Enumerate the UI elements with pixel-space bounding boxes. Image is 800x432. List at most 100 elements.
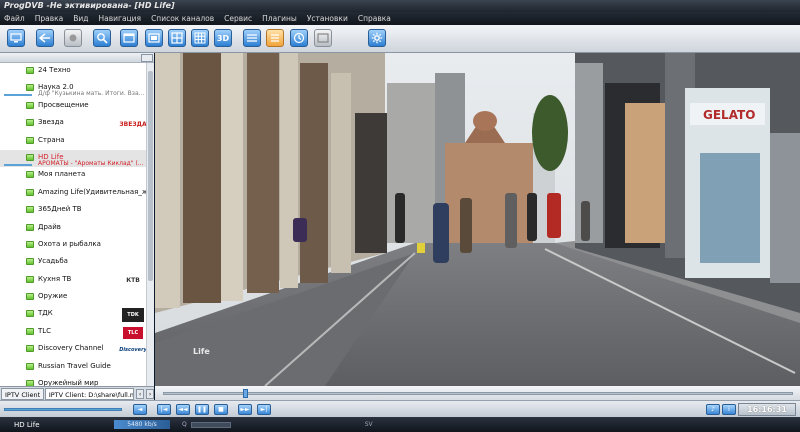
tab-iptv-client[interactable]: IPTV Client (1, 387, 44, 400)
channel-name: Страна (38, 135, 65, 144)
channel-name: 24 Техно (38, 66, 71, 74)
menu-file[interactable]: Файл (4, 14, 25, 23)
video-frame: GELATO (155, 53, 800, 386)
channel-item[interactable]: Кухня ТВ КТВ (0, 272, 146, 289)
channel-list: 24 Техно Наука 2.0 Д/ф "Кузькина мать. Ито… (0, 63, 146, 386)
status-bitrate: 5480 kb/s (114, 420, 170, 429)
seek-knob[interactable] (243, 389, 248, 398)
status-channel: HD Life (14, 420, 40, 429)
arrow-left-icon[interactable] (36, 29, 54, 47)
tv-icon (26, 119, 34, 127)
seek-track[interactable] (163, 392, 793, 395)
search-icon[interactable] (93, 29, 111, 47)
channel-now-playing: Д/ф "Кузькина мать. Итоги. Вза... (38, 90, 145, 98)
scrollbar-thumb[interactable] (148, 71, 153, 281)
channel-item[interactable]: Моя планета (0, 167, 146, 184)
video-area[interactable]: GELATO Life (155, 53, 800, 386)
tv-icon (26, 223, 34, 231)
stop-icon[interactable]: ■ (214, 404, 228, 415)
menu-navigation[interactable]: Навигация (99, 14, 142, 23)
tv-icon (26, 67, 34, 74)
channel-item[interactable]: Russian Travel Guide (0, 359, 146, 376)
tv-icon (26, 258, 34, 266)
channel-name: Discovery Channel (38, 344, 104, 353)
status-bar: HD Life 5480 kb/s Q SV (0, 417, 800, 432)
info-icon[interactable]: i (722, 404, 736, 415)
channel-item[interactable]: Amazing Life(Удивительная_жи... (0, 185, 146, 202)
tv-icon (26, 171, 34, 179)
audio-track-icon[interactable]: ♪ (706, 404, 720, 415)
pause-icon[interactable]: ❚❚ (195, 404, 209, 415)
tv-icon (26, 362, 34, 370)
channel-item[interactable]: Усадьба (0, 254, 146, 271)
toolbar: 3D (0, 25, 800, 53)
grid-icon[interactable] (168, 29, 186, 47)
channel-name: Amazing Life(Удивительная_жи... (38, 187, 146, 196)
channel-name: Кухня ТВ (38, 274, 72, 283)
channel-name: Russian Travel Guide (38, 361, 111, 370)
channel-name: Моя планета (38, 170, 86, 179)
menu-channel-list[interactable]: Список каналов (151, 14, 214, 23)
channel-name: TLC (38, 326, 52, 335)
next-icon[interactable]: ►| (257, 404, 271, 415)
channel-item[interactable]: Просвещение (0, 98, 146, 115)
channel-item[interactable]: Оружейный мир (0, 376, 146, 386)
menu-service[interactable]: Сервис (224, 14, 252, 23)
channel-item[interactable]: Охота и рыбалка (0, 237, 146, 254)
tab-scroll-left-icon[interactable]: ‹ (136, 388, 145, 399)
channel-item[interactable]: Discovery Channel Discovery (0, 341, 146, 358)
channel-item[interactable]: Наука 2.0 Д/ф "Кузькина мать. Итоги. Вза.… (0, 80, 146, 97)
channel-item[interactable]: Звезда ЗВЕЗДА (0, 115, 146, 132)
record-icon[interactable] (64, 29, 82, 47)
channel-item[interactable]: 365Дней ТВ (0, 202, 146, 219)
menu-view[interactable]: Вид (73, 14, 88, 23)
channel-name: 365Дней ТВ (38, 205, 82, 214)
channel-logo: ЗВЕЗДА (119, 120, 146, 128)
channel-item[interactable]: Страна (0, 133, 146, 150)
menu-settings[interactable]: Установки (307, 14, 348, 23)
gear-icon[interactable] (368, 29, 386, 47)
channel-item[interactable]: TLC TLC (0, 324, 146, 341)
grid-dense-icon[interactable] (191, 29, 209, 47)
tv-icon (26, 275, 34, 283)
window-icon[interactable] (120, 29, 138, 47)
clock-icon[interactable] (290, 29, 308, 47)
menu-help[interactable]: Справка (358, 14, 391, 23)
tv-icon (26, 188, 34, 196)
seek-bar-area (155, 386, 800, 400)
teletext-icon[interactable] (314, 29, 332, 47)
tv-icon (26, 293, 34, 301)
progdvb-window: ProgDVB -Не эктивирована- [HD Life] Файл… (0, 0, 800, 432)
tab-scroll-right-icon[interactable]: › (146, 388, 155, 399)
channel-list-scrollbar[interactable] (146, 63, 154, 386)
menu-plugins[interactable]: Плагины (262, 14, 297, 23)
monitor-icon[interactable] (7, 29, 25, 47)
tv-icon (26, 84, 34, 92)
panel-tabs: IPTV Client IPTV Client: D:\share\full.m… (0, 386, 155, 400)
layout-icon[interactable] (145, 29, 163, 47)
channel-item[interactable]: HD Life АРОМАТЫ - "Ароматы Киклад" (... (0, 149, 146, 168)
previous-icon[interactable]: |◄ (157, 404, 171, 415)
panel-menu-button[interactable] (141, 54, 153, 62)
3d-icon[interactable]: 3D (214, 29, 232, 47)
channel-item[interactable]: Драйв (0, 220, 146, 237)
menu-edit[interactable]: Правка (35, 14, 64, 23)
epg-icon[interactable] (243, 29, 261, 47)
status-quality-bar (190, 421, 231, 428)
channel-item[interactable]: Оружие (0, 289, 146, 306)
tv-icon (26, 101, 34, 109)
status-quality-label: Q (182, 421, 187, 428)
rewind-icon[interactable]: ◄◄ (176, 404, 190, 415)
list-icon[interactable] (266, 29, 284, 47)
control-bar: ◄ |◄ ◄◄ ❚❚ ■ ►► ►| ♪ i 16:16:31 (0, 400, 800, 417)
channel-item[interactable]: 24 Техно (0, 63, 146, 80)
tab-iptv-client-file[interactable]: IPTV Client: D:\share\full.m3u (44, 387, 135, 400)
volume-slider[interactable] (4, 408, 122, 411)
forward-icon[interactable]: ►► (238, 404, 252, 415)
channel-name: Охота и рыбалка (38, 239, 101, 248)
tv-icon (26, 240, 34, 248)
tv-icon (26, 153, 34, 161)
volume-icon[interactable]: ◄ (133, 404, 147, 415)
channel-logo: КТВ (126, 277, 140, 285)
channel-item[interactable]: ТДК TDK (0, 306, 146, 323)
